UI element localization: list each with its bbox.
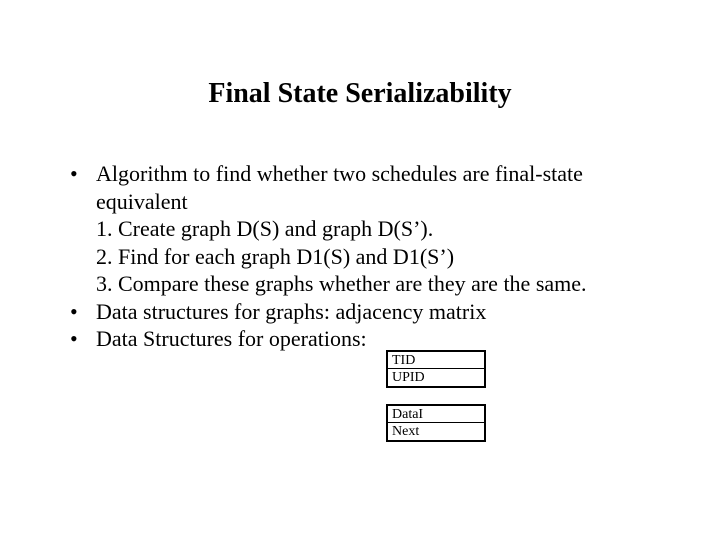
- table-2-row-2: Next: [388, 422, 484, 439]
- table-2-row-1: DataI: [388, 406, 484, 422]
- bullet-1-text: Algorithm to find whether two schedules …: [96, 160, 670, 215]
- bullet-1: • Algorithm to find whether two schedule…: [70, 160, 670, 215]
- slide: Final State Serializability • Algorithm …: [0, 0, 720, 540]
- slide-body: • Algorithm to find whether two schedule…: [70, 160, 670, 353]
- bullet-3-text: Data Structures for operations:: [96, 325, 670, 353]
- table-1-row-1: TID: [388, 352, 484, 368]
- table-2: DataI Next: [386, 404, 486, 442]
- bullet-dot-icon: •: [70, 325, 96, 353]
- bullet-dot-icon: •: [70, 160, 96, 188]
- operation-tables: TID UPID DataI Next: [386, 350, 486, 442]
- table-1-row-2: UPID: [388, 368, 484, 385]
- bullet-2: • Data structures for graphs: adjacency …: [70, 298, 670, 326]
- bullet-2-text: Data structures for graphs: adjacency ma…: [96, 298, 670, 326]
- table-1: TID UPID: [386, 350, 486, 388]
- bullet-1-sub-1: 1. Create graph D(S) and graph D(S’).: [96, 215, 670, 243]
- bullet-1-sub-2: 2. Find for each graph D1(S) and D1(S’): [96, 243, 670, 271]
- bullet-dot-icon: •: [70, 298, 96, 326]
- bullet-3: • Data Structures for operations:: [70, 325, 670, 353]
- bullet-1-sub-3: 3. Compare these graphs whether are they…: [96, 270, 670, 298]
- slide-title: Final State Serializability: [0, 78, 720, 110]
